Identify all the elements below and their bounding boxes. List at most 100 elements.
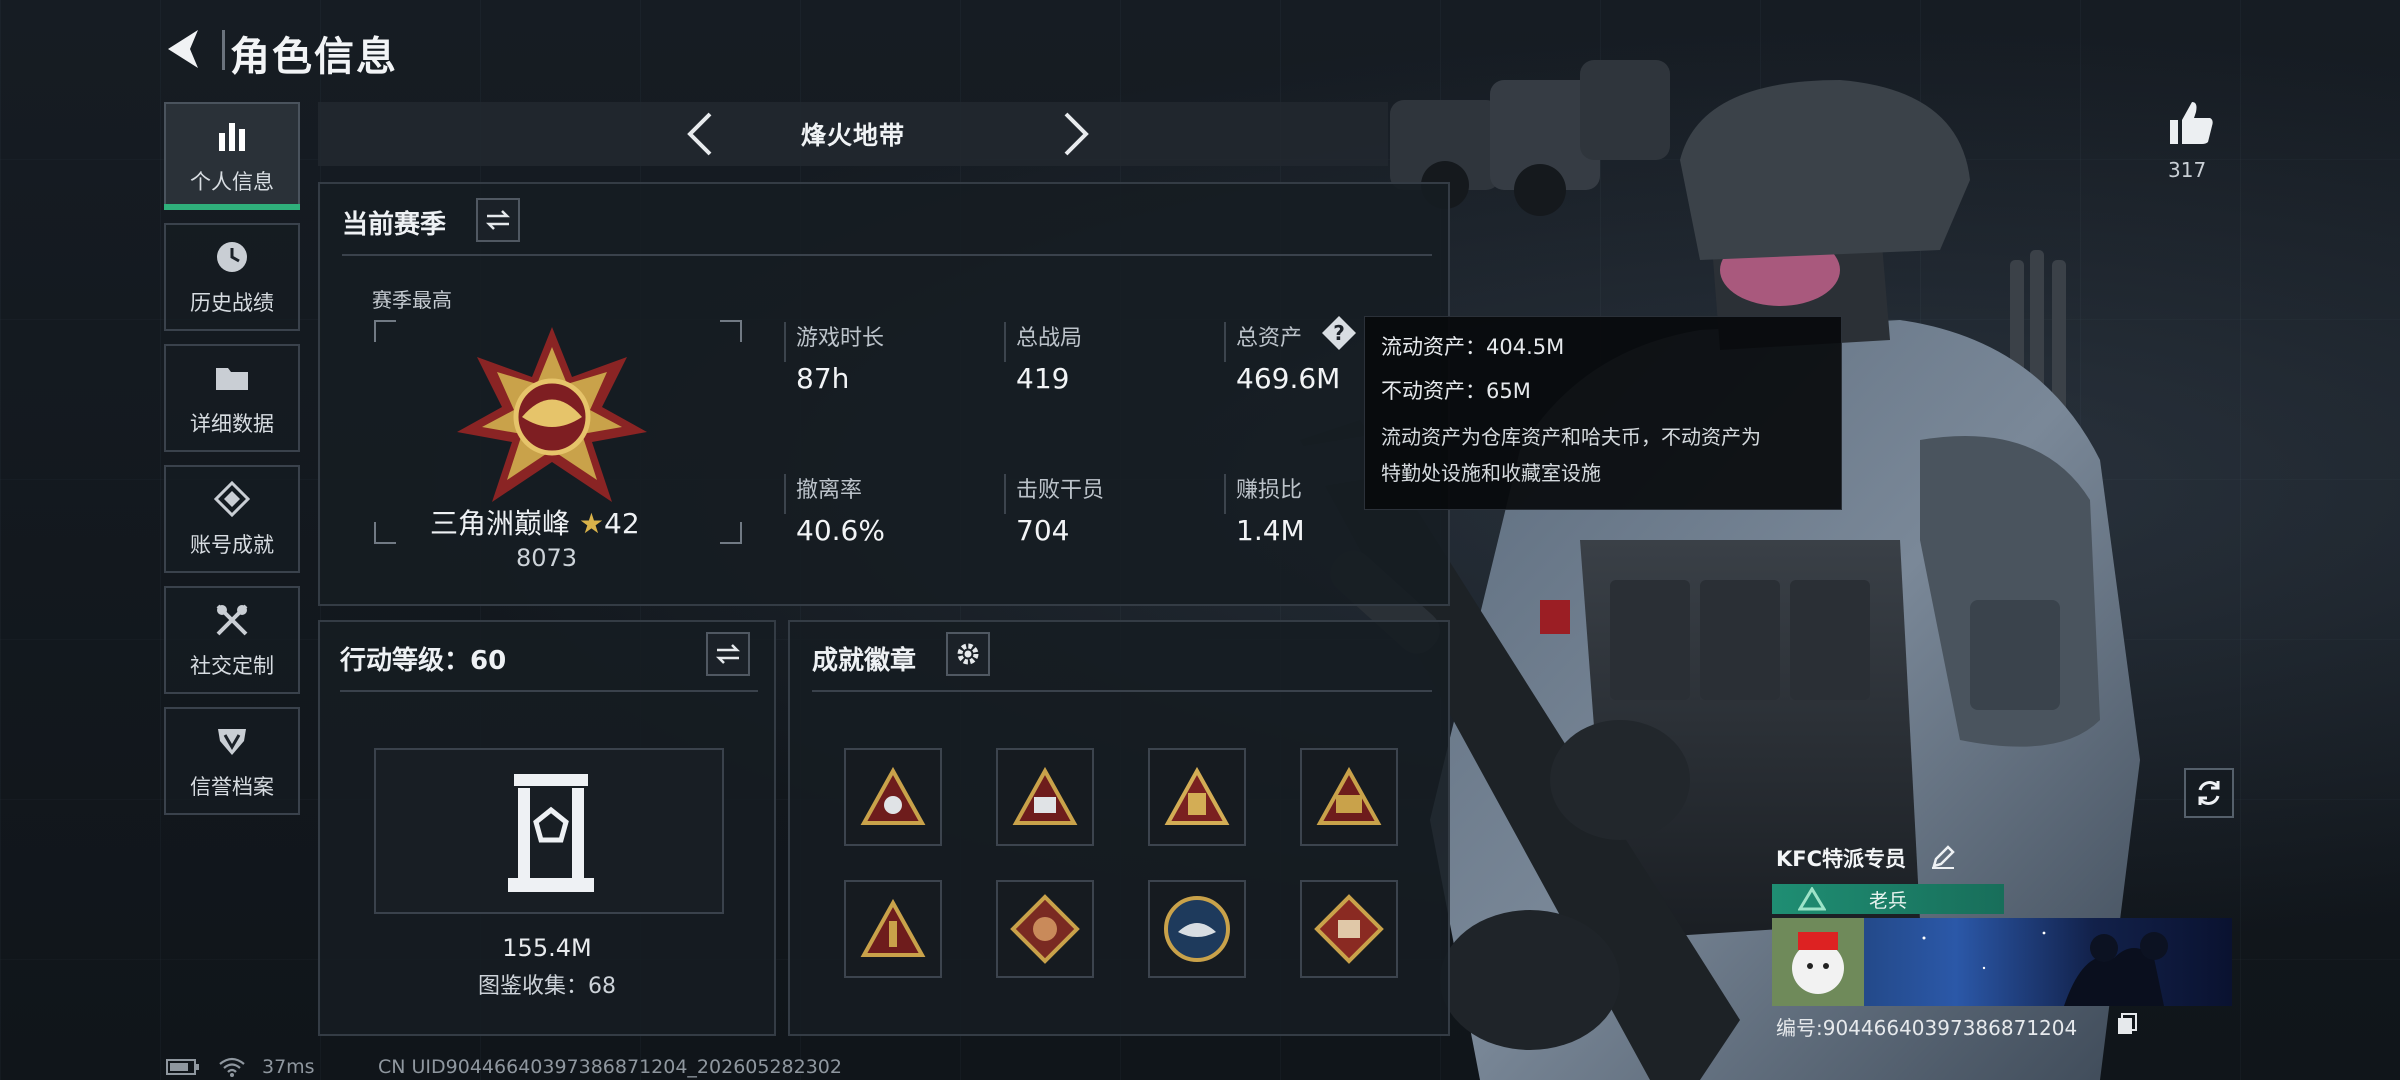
stat-value: 419 xyxy=(1016,362,1070,395)
ping-readout: 37ms xyxy=(262,1056,315,1078)
swap-icon xyxy=(715,644,741,664)
divider xyxy=(812,690,1432,692)
refresh-icon xyxy=(2198,781,2220,805)
chevron-right-icon[interactable] xyxy=(1050,110,1098,158)
achievement-badge[interactable] xyxy=(1148,880,1246,978)
round-badge-icon xyxy=(1164,896,1230,962)
panel-title: 行动等级：60 xyxy=(340,646,507,676)
action-level-panel: 行动等级：60 155.4M 图鉴收集：68 xyxy=(318,620,776,1036)
shield-icon xyxy=(212,721,252,761)
star-icon: ★ xyxy=(578,507,605,540)
achievement-badge[interactable] xyxy=(996,880,1094,978)
achievement-icon xyxy=(212,479,252,519)
nav-item-label: 详细数据 xyxy=(190,412,274,436)
divider xyxy=(1004,474,1006,514)
page-title: 角色信息 xyxy=(230,34,398,80)
nav-item-label: 历史战绩 xyxy=(190,291,274,315)
player-name: KFC特派专员 xyxy=(1776,847,1907,871)
stat-value: 1.4M xyxy=(1236,514,1305,547)
nav-item-label: 个人信息 xyxy=(190,170,274,194)
panel-title: 成就徽章 xyxy=(812,646,917,676)
divider xyxy=(784,474,786,514)
achievement-badge[interactable] xyxy=(1300,880,1398,978)
achievement-badges-panel: 成就徽章 xyxy=(788,620,1450,1036)
achievement-badge[interactable] xyxy=(844,748,942,846)
current-season-panel: 当前赛季 赛季最高 三角洲巅峰 ★42 8073 游戏时长 87h 总战局 41… xyxy=(318,182,1450,606)
player-id: 编号:9044664039738687​1204 xyxy=(1776,1016,2078,1040)
stat-value: 469.6M xyxy=(1236,362,1341,395)
battery-icon xyxy=(166,1059,199,1075)
achievement-badge[interactable] xyxy=(1300,748,1398,846)
panel-title: 当前赛季 xyxy=(342,210,447,240)
divider xyxy=(340,690,758,692)
collection-display[interactable] xyxy=(374,748,724,914)
player-rank-bar: 老兵 xyxy=(1772,884,2004,914)
rank-score: 8073 xyxy=(516,544,578,572)
stat-value: 40.6% xyxy=(796,514,885,547)
frame-corner xyxy=(374,320,396,342)
triangle-badge-icon xyxy=(1164,767,1230,825)
achievement-badge[interactable] xyxy=(844,880,942,978)
divider xyxy=(1224,474,1226,514)
assets-tooltip: 流动资产：404.5M 不动资产：65M 流动资产为仓库资产和哈夫币，不动资产为… xyxy=(1364,316,1842,510)
fixed-assets: 不动资产：65M xyxy=(1381,379,1531,403)
collection-count: 图鉴收集：68 xyxy=(478,974,616,999)
player-rank: 老兵 xyxy=(1868,889,1907,912)
side-nav: 个人信息 历史战绩 详细数据 账号成就 社交定制 信誉档案 xyxy=(164,102,300,828)
triangle-badge-icon xyxy=(1316,767,1382,825)
frame-corner xyxy=(374,522,396,544)
triangle-badge-icon xyxy=(860,767,926,825)
stat-label: 游戏时长 xyxy=(796,326,885,351)
nav-item-achievements[interactable]: 账号成就 xyxy=(164,465,300,573)
divider xyxy=(1004,322,1006,362)
collection-pedestal-icon xyxy=(508,774,594,892)
edit-icon[interactable] xyxy=(1930,844,1956,870)
divider xyxy=(1224,322,1226,362)
help-icon[interactable]: ? xyxy=(1322,316,1356,350)
liquid-assets: 流动资产：404.5M xyxy=(1381,335,1565,359)
achievement-badge[interactable] xyxy=(1148,748,1246,846)
swap-icon xyxy=(485,210,511,230)
back-arrow-icon[interactable] xyxy=(162,26,208,72)
badge-settings-button[interactable] xyxy=(946,632,990,676)
tooltip-description-line: 特勤处设施和收藏室设施 xyxy=(1381,461,1601,485)
nav-item-label: 信誉档案 xyxy=(190,775,274,799)
copy-icon[interactable] xyxy=(2116,1012,2138,1036)
switch-season-button[interactable] xyxy=(476,198,520,242)
stat-label: 击败干员 xyxy=(1016,478,1105,503)
nav-item-label: 账号成就 xyxy=(190,533,274,557)
nav-item-label: 社交定制 xyxy=(190,654,274,678)
triangle-badge-icon xyxy=(1012,767,1078,825)
diamond-badge-icon xyxy=(1314,894,1384,964)
stat-label: 撤离率 xyxy=(796,478,863,503)
rank-line: 三角洲巅峰 ★42 xyxy=(430,502,640,542)
chevron-left-icon[interactable] xyxy=(678,110,726,158)
clock-icon xyxy=(212,237,252,277)
nav-item-reputation[interactable]: 信誉档案 xyxy=(164,707,300,815)
frame-corner xyxy=(720,522,742,544)
switch-level-button[interactable] xyxy=(706,632,750,676)
collection-value: 155.4M xyxy=(502,934,592,962)
nav-item-history[interactable]: 历史战绩 xyxy=(164,223,300,331)
diamond-badge-icon xyxy=(1010,894,1080,964)
achievement-badge[interactable] xyxy=(996,748,1094,846)
refresh-button[interactable] xyxy=(2184,768,2234,818)
folder-icon xyxy=(212,358,252,398)
divider xyxy=(784,322,786,362)
stat-value: 704 xyxy=(1016,514,1070,547)
wifi-icon xyxy=(219,1057,245,1077)
banner-art xyxy=(1922,931,2168,1006)
thumbs-up-icon[interactable] xyxy=(2166,98,2216,148)
triangle-badge-icon xyxy=(860,899,926,957)
rank-stars: 42 xyxy=(604,507,640,540)
nav-item-personal-info[interactable]: 个人信息 xyxy=(164,102,300,210)
mode-switcher: 烽火地带 xyxy=(318,102,1388,166)
mode-name: 烽火地带 xyxy=(800,121,905,150)
uid-readout: CN UID9044664039738687​1204_202605282302 xyxy=(378,1056,842,1078)
nav-item-social-custom[interactable]: 社交定制 xyxy=(164,586,300,694)
divider xyxy=(342,254,1432,256)
stat-value: 87h xyxy=(796,362,850,395)
nav-item-detail-data[interactable]: 详细数据 xyxy=(164,344,300,452)
player-card-banner xyxy=(1772,918,2232,1006)
tooltip-description-line: 流动资产为仓库资产和哈夫币，不动资产为 xyxy=(1381,425,1761,449)
